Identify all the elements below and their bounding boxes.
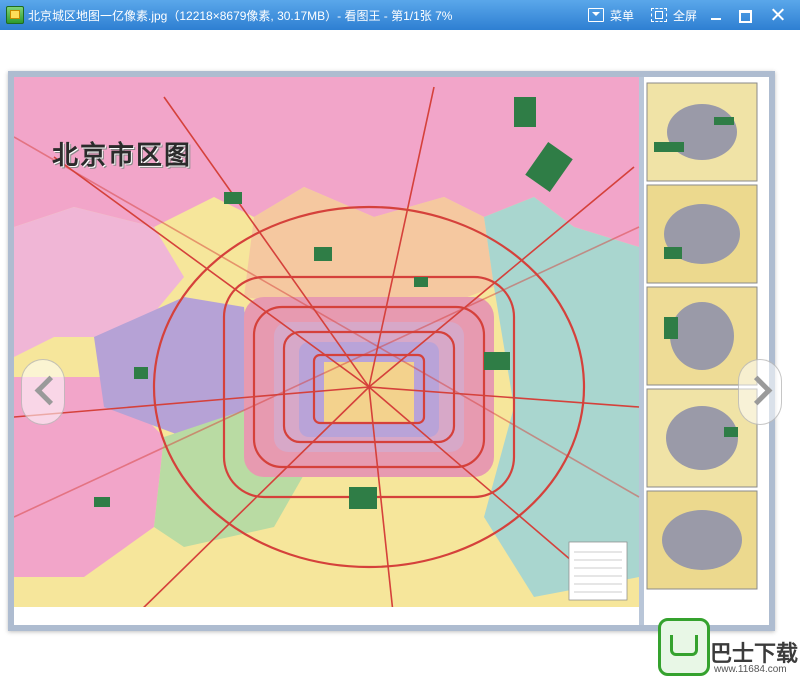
menu-button[interactable]: 菜单 [588,3,634,27]
minimize-button[interactable] [703,3,729,27]
site-logo-icon [658,618,710,676]
previous-image-button[interactable] [21,359,65,425]
watermark-url: www.11684.com [714,664,787,675]
map-title: 北京市区图 [52,140,193,170]
image-viewer-canvas[interactable]: 北京市区图 巴士下载 www.11684.com [0,30,800,689]
app-icon [6,6,24,24]
fullscreen-icon [651,8,667,22]
fullscreen-label: 全屏 [673,8,698,23]
close-button[interactable] [765,3,791,27]
title-bar: 北京城区地图一亿像素.jpg（12218×8679像素, 30.17MB）- 看… [0,0,800,30]
window-title: 北京城区地图一亿像素.jpg（12218×8679像素, 30.17MB）- 看… [28,9,453,23]
site-watermark: 巴士下载 www.11684.com [642,608,800,689]
fullscreen-button[interactable]: 全屏 [651,3,697,27]
menu-dropdown-icon [588,8,604,22]
menu-label: 菜单 [610,8,635,23]
maximize-button[interactable] [731,3,757,27]
next-image-button[interactable] [738,359,782,425]
